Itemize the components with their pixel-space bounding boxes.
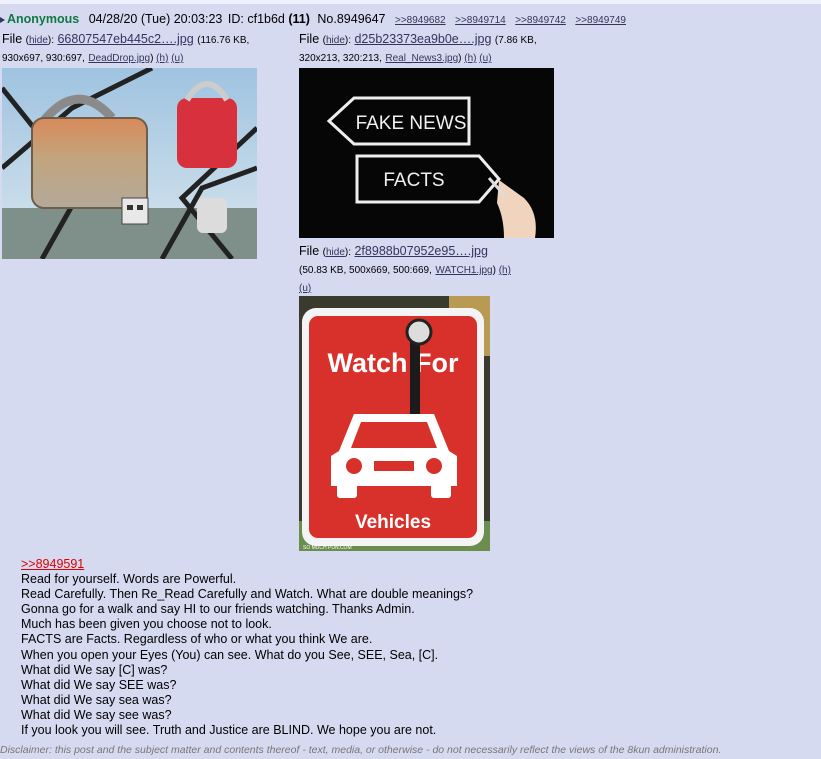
- body-line: Much has been given you choose not to lo…: [21, 617, 272, 632]
- watch-for-vehicles-image: Watch For Vehicles SO MUCH PUN.COM: [299, 296, 490, 551]
- body-line: What did We say sea was?: [21, 692, 172, 707]
- file-link[interactable]: 66807547eb445c2….jpg: [57, 32, 193, 46]
- backlink[interactable]: >>8949749: [575, 15, 626, 26]
- original-filename-link[interactable]: Real_News3.jpg: [385, 53, 458, 64]
- body-line: Read for yourself. Words are Powerful.: [21, 572, 237, 587]
- original-filename-link[interactable]: DeadDrop.jpg: [88, 53, 150, 64]
- file-info: File (hide): 2f8988b07952e95….jpg (50.83…: [299, 244, 511, 294]
- file-meta: (50.83 KB, 500x669, 500:669,: [299, 265, 432, 276]
- body-line: When you open your Eyes (You) can see. W…: [21, 647, 439, 662]
- file-link[interactable]: d25b23373ea9b0e….jpg: [354, 32, 491, 46]
- disclaimer: Disclaimer: this post and the subject ma…: [0, 744, 722, 756]
- u-link[interactable]: (u): [171, 53, 183, 64]
- hide-link[interactable]: hide: [29, 35, 48, 46]
- watch-for-text: Watch For: [328, 348, 459, 378]
- file-label: File: [2, 32, 23, 46]
- post-intro: Anonymous 04/28/20 (Tue) 20:03:23 ID: cf…: [0, 12, 626, 28]
- body-line: What did We say [C] was?: [21, 662, 168, 677]
- h-link[interactable]: (h): [499, 265, 511, 276]
- post-container: Anonymous 04/28/20 (Tue) 20:03:23 ID: cf…: [0, 4, 821, 759]
- vehicles-text: Vehicles: [355, 512, 431, 533]
- file-thumbnail-2[interactable]: FAKE NEWS FACTS: [299, 68, 554, 238]
- body-line: Read Carefully. Then Re_Read Carefully a…: [21, 587, 474, 602]
- backlink[interactable]: >>8949682: [395, 15, 446, 26]
- file-label: File: [299, 244, 320, 258]
- backlink[interactable]: >>8949714: [455, 15, 506, 26]
- watermark-text: SO MUCH PUN.COM: [303, 545, 352, 551]
- u-link[interactable]: (u): [479, 53, 491, 64]
- hide-link[interactable]: hide: [326, 247, 345, 258]
- file-1: File (hide): 66807547eb445c2….jpg (116.7…: [2, 31, 282, 67]
- file-label: File: [299, 32, 320, 46]
- body-line: FACTS are Facts. Regardless of who or wh…: [21, 632, 373, 647]
- file-info: File (hide): 66807547eb445c2….jpg (116.7…: [2, 32, 250, 64]
- file-link[interactable]: 2f8988b07952e95….jpg: [354, 244, 487, 258]
- hide-link[interactable]: hide: [326, 35, 345, 46]
- body-line: What did We say SEE was?: [21, 677, 177, 692]
- quote-link[interactable]: >>8949591: [21, 557, 84, 571]
- poster-id-label: ID:: [227, 12, 244, 26]
- body-line: If you look you will see. Truth and Just…: [21, 723, 437, 738]
- post-body: >>8949591 Read for yourself. Words are P…: [21, 557, 781, 738]
- body-line: What did We say see was?: [21, 707, 172, 722]
- file-thumbnail-1[interactable]: [2, 68, 257, 259]
- poster-id-count: (11): [288, 12, 310, 26]
- poster-name: Anonymous: [7, 12, 80, 26]
- fake-news-facts-image: FAKE NEWS FACTS: [299, 68, 554, 238]
- facts-text: FACTS: [383, 170, 444, 191]
- h-link[interactable]: (h): [464, 53, 476, 64]
- post-date: 04/28/20 (Tue) 20:03:23: [88, 12, 223, 26]
- post-number[interactable]: No.8949647: [317, 12, 385, 26]
- file-thumbnail-3[interactable]: Watch For Vehicles SO MUCH PUN.COM: [299, 296, 490, 551]
- original-filename-link[interactable]: WATCH1.jpg: [435, 265, 492, 276]
- file-info: File (hide): d25b23373ea9b0e….jpg (7.86 …: [299, 32, 537, 64]
- padlock-usb-image: [2, 68, 257, 259]
- post-menu-triangle-icon[interactable]: [0, 17, 5, 23]
- body-line: Gonna go for a walk and say HI to our fr…: [21, 602, 415, 617]
- h-link[interactable]: (h): [156, 53, 168, 64]
- u-link[interactable]: (u): [299, 283, 311, 294]
- poster-id[interactable]: cf1b6d: [247, 12, 285, 26]
- file-2: File (hide): d25b23373ea9b0e….jpg (7.86 …: [299, 31, 569, 67]
- backlink[interactable]: >>8949742: [515, 15, 566, 26]
- fake-news-text: FAKE NEWS: [356, 113, 467, 134]
- file-3: File (hide): 2f8988b07952e95….jpg (50.83…: [299, 243, 539, 297]
